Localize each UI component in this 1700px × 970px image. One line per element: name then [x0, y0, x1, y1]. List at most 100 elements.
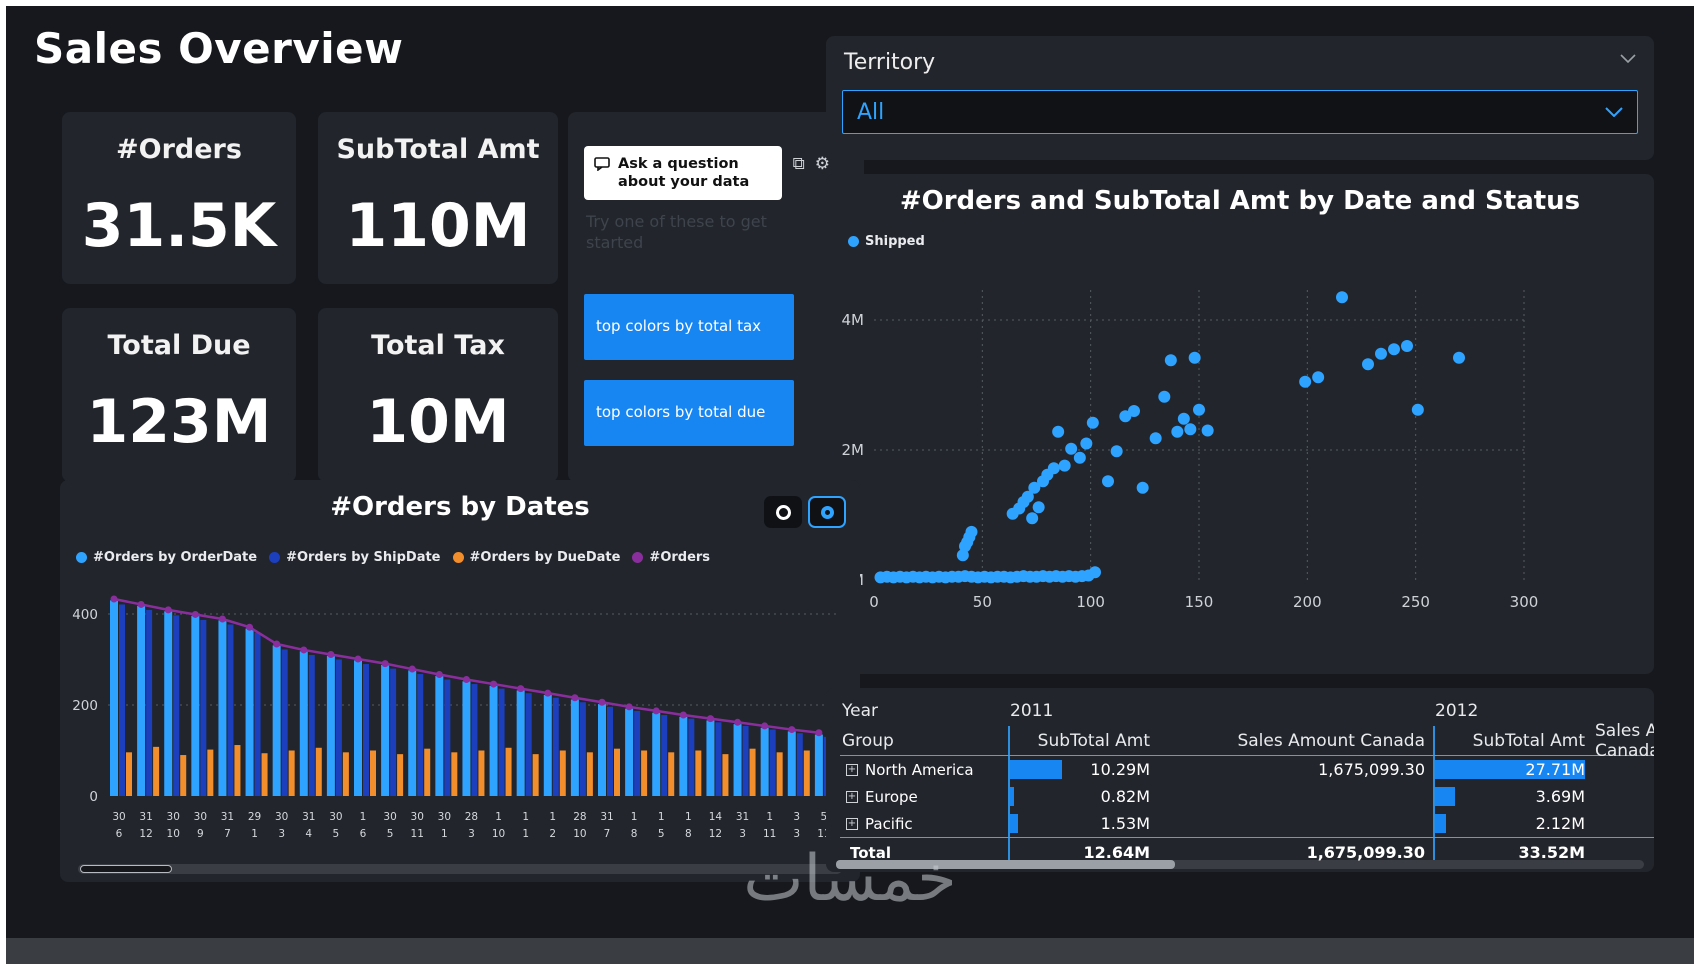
- scatter-plot[interactable]: 0M2M4M050100150200250300: [826, 174, 1654, 674]
- matrix-col-header: Sales Amount Canada: [1593, 721, 1654, 761]
- matrix-row-group: + North America: [846, 760, 974, 779]
- svg-text:0: 0: [89, 789, 98, 805]
- related-visuals-icon[interactable]: ⧉: [793, 154, 805, 174]
- chevron-down-icon: [1605, 107, 1623, 117]
- svg-text:9: 9: [197, 828, 204, 840]
- kpi-label: Total Due: [107, 330, 251, 361]
- svg-text:6: 6: [116, 828, 123, 840]
- expand-icon[interactable]: +: [846, 817, 858, 830]
- data-bar: [1010, 760, 1062, 779]
- svg-text:11: 11: [763, 828, 776, 840]
- svg-text:30: 30: [329, 811, 342, 823]
- expand-icon[interactable]: +: [846, 763, 858, 776]
- matrix-group-header: Group: [840, 726, 1008, 756]
- svg-text:12: 12: [709, 828, 722, 840]
- svg-text:29: 29: [248, 811, 261, 823]
- svg-text:3: 3: [793, 828, 800, 840]
- svg-text:1: 1: [360, 811, 367, 823]
- chevron-down-icon[interactable]: [1620, 54, 1636, 63]
- svg-text:30: 30: [275, 811, 288, 823]
- svg-text:1: 1: [522, 811, 529, 823]
- svg-text:28: 28: [573, 811, 586, 823]
- svg-text:1: 1: [441, 828, 448, 840]
- matrix-row-group: + Pacific: [846, 814, 913, 833]
- svg-text:31: 31: [139, 811, 152, 823]
- combo-horizontal-scrollbar[interactable]: [78, 864, 842, 874]
- kpi-card-total-due: Total Due 123M: [62, 308, 296, 482]
- combo-scrollbar-thumb[interactable]: [80, 865, 172, 873]
- page-bottom-bar: [6, 938, 1694, 964]
- svg-text:1: 1: [766, 811, 773, 823]
- qna-suggestion-tax-button[interactable]: top colors by total tax: [584, 294, 794, 360]
- svg-text:150: 150: [1185, 593, 1214, 611]
- svg-text:4: 4: [305, 828, 312, 840]
- svg-text:0: 0: [869, 593, 879, 611]
- matrix-column-separator: [1008, 726, 1010, 868]
- kpi-card-total-tax: Total Tax 10M: [318, 308, 558, 482]
- svg-text:12: 12: [139, 828, 152, 840]
- qna-hint-text: Try one of these to get started: [586, 212, 767, 252]
- kpi-card-orders: #Orders 31.5K: [62, 112, 296, 284]
- combo-plot[interactable]: 0200400306311230103093172913033143051630…: [60, 480, 860, 882]
- matrix-year-label: 2011: [1010, 701, 1054, 721]
- svg-text:1: 1: [549, 811, 556, 823]
- matrix-column-separator: [1433, 726, 1435, 868]
- svg-text:10: 10: [573, 828, 586, 840]
- matrix-visual: Year 2011 2012 Group SubTotal Amt Sales Amoun…: [826, 688, 1654, 872]
- svg-text:3: 3: [793, 811, 800, 823]
- matrix-value-cell: [1158, 783, 1433, 810]
- dropdown-selected-value: All: [857, 99, 885, 125]
- svg-text:7: 7: [604, 828, 611, 840]
- svg-text:1: 1: [251, 828, 258, 840]
- svg-text:2M: 2M: [842, 441, 865, 459]
- svg-text:2: 2: [549, 828, 556, 840]
- slicer-title: Territory: [844, 50, 936, 75]
- svg-text:300: 300: [1510, 593, 1539, 611]
- svg-text:30: 30: [383, 811, 396, 823]
- svg-text:10: 10: [492, 828, 505, 840]
- matrix-value-cell: [1593, 810, 1654, 837]
- svg-text:3: 3: [739, 828, 746, 840]
- expand-icon[interactable]: +: [846, 790, 858, 803]
- svg-text:5: 5: [658, 828, 665, 840]
- svg-text:5: 5: [333, 828, 340, 840]
- matrix-value-cell: 27.71M: [1433, 756, 1593, 783]
- svg-text:31: 31: [600, 811, 613, 823]
- svg-text:4M: 4M: [842, 311, 865, 329]
- matrix-value-cell: [1158, 810, 1433, 837]
- matrix-table: Year 2011 2012 Group SubTotal Amt Sales Amoun…: [840, 696, 1654, 867]
- svg-text:8: 8: [685, 828, 692, 840]
- svg-text:6: 6: [360, 828, 367, 840]
- territory-dropdown[interactable]: All: [842, 90, 1638, 134]
- page-title: Sales Overview: [34, 24, 404, 73]
- svg-text:200: 200: [1293, 593, 1322, 611]
- svg-text:1: 1: [631, 811, 638, 823]
- svg-text:1: 1: [658, 811, 665, 823]
- svg-text:400: 400: [72, 607, 98, 623]
- orders-by-dates-card: #Orders by Dates #Orders by OrderDate #O…: [60, 480, 860, 882]
- svg-text:1: 1: [685, 811, 692, 823]
- svg-text:50: 50: [973, 593, 992, 611]
- kpi-label: Total Tax: [371, 330, 505, 361]
- data-bar: [1435, 787, 1455, 806]
- svg-text:1: 1: [495, 811, 502, 823]
- kpi-value: 110M: [345, 191, 531, 261]
- qna-visual: Ask a question about your data ⧉ ⚙ Try o…: [568, 112, 864, 482]
- svg-text:10: 10: [167, 828, 180, 840]
- svg-text:7: 7: [224, 828, 231, 840]
- svg-text:30: 30: [112, 811, 125, 823]
- svg-text:30: 30: [438, 811, 451, 823]
- svg-text:30: 30: [167, 811, 180, 823]
- speech-bubble-icon: [594, 157, 610, 171]
- scatter-chart-card: #Orders and SubTotal Amt by Date and Sta…: [826, 174, 1654, 674]
- matrix-year-header: Year: [842, 701, 878, 721]
- kpi-value: 10M: [366, 387, 510, 457]
- svg-text:100: 100: [1076, 593, 1105, 611]
- qna-suggestion-due-button[interactable]: top colors by total due: [584, 380, 794, 446]
- matrix-value-cell: 2.12M: [1433, 810, 1593, 837]
- matrix-value-cell: 3.69M: [1433, 783, 1593, 810]
- matrix-row-group: + Europe: [846, 787, 918, 806]
- qna-prompt-box[interactable]: Ask a question about your data: [584, 146, 782, 201]
- matrix-col-header: Sales Amount Canada: [1158, 726, 1433, 756]
- data-bar: [1010, 787, 1015, 806]
